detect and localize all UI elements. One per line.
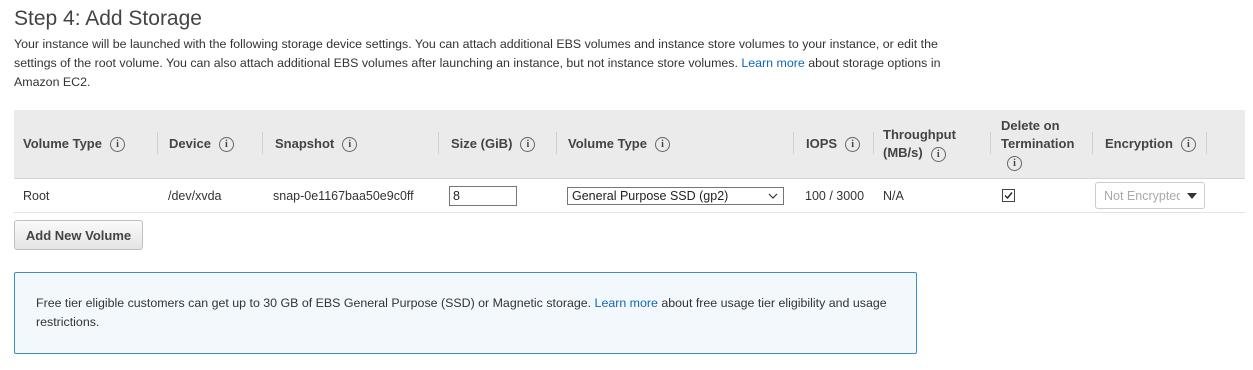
header-device: Device i: [169, 110, 263, 178]
page-title: Step 4: Add Storage: [14, 7, 202, 30]
caret-down-icon: [1180, 183, 1204, 208]
header-ebs-volume-type: Volume Type i: [568, 110, 794, 178]
header-label: Size (GiB): [451, 136, 513, 151]
header-delete-label: Delete on Termination i: [1001, 117, 1074, 171]
page-description: Your instance will be launched with the …: [14, 35, 944, 92]
volume-type-value: General Purpose SSD (gp2): [572, 188, 729, 203]
header-snapshot: Snapshot i: [275, 110, 439, 178]
header-label: Volume Type: [568, 136, 647, 151]
volume-type-select[interactable]: General Purpose SSD (gp2): [567, 186, 784, 206]
header-encryption: Encryption i: [1105, 110, 1207, 178]
info-icon[interactable]: i: [930, 147, 946, 162]
cell-ebs-volume-type: General Purpose SSD (gp2): [567, 179, 784, 212]
header-label: Device: [169, 136, 211, 151]
header-throughput-label: Throughput (MB/s) i: [883, 126, 956, 162]
cell-size: [449, 179, 517, 212]
info-icon[interactable]: i: [1180, 136, 1196, 152]
cell-delete-on-termination: [1002, 179, 1015, 212]
cell-iops: 100 / 3000: [805, 188, 865, 203]
table-row: Root /dev/xvda snap-0e1167baa50e9c0ff Ge…: [14, 179, 1245, 213]
free-tier-notice: Free tier eligible customers can get up …: [14, 272, 917, 354]
size-input[interactable]: [449, 185, 517, 206]
chevron-down-icon: [768, 189, 778, 206]
cell-throughput: N/A: [883, 188, 904, 203]
header-label: Volume Type: [23, 136, 102, 151]
info-icon[interactable]: i: [218, 136, 234, 152]
info-icon[interactable]: i: [1007, 156, 1022, 171]
storage-table-header: Volume Type i Device i Snapshot i Size (…: [14, 110, 1245, 179]
header-volume-type: Volume Type i: [23, 110, 158, 178]
notice-learn-more-link[interactable]: Learn more: [595, 296, 658, 310]
delete-on-termination-checkbox[interactable]: [1002, 189, 1015, 202]
info-icon[interactable]: i: [520, 136, 536, 152]
info-icon[interactable]: i: [654, 136, 670, 152]
learn-more-link[interactable]: Learn more: [741, 56, 804, 70]
checkmark-icon: [1004, 192, 1013, 200]
notice-text: Free tier eligible customers can get up …: [36, 296, 592, 310]
header-label-line: (MB/s): [883, 145, 923, 160]
info-icon[interactable]: i: [109, 136, 125, 152]
header-label: Snapshot: [275, 136, 335, 151]
cell-device: /dev/xvda: [168, 188, 222, 203]
header-label-line: Termination: [1001, 136, 1075, 151]
encryption-value: Not Encrypted: [1104, 188, 1184, 203]
cell-encryption: Not Encrypted: [1095, 179, 1205, 212]
info-icon[interactable]: i: [342, 136, 358, 152]
header-throughput: Throughput (MB/s) i: [883, 110, 991, 178]
encryption-select[interactable]: Not Encrypted: [1095, 182, 1205, 209]
info-icon[interactable]: i: [845, 136, 861, 152]
header-delete-on-termination: Delete on Termination i: [1001, 110, 1093, 178]
header-iops: IOPS i: [806, 110, 874, 178]
cell-snapshot: snap-0e1167baa50e9c0ff: [273, 188, 414, 203]
header-label-line: Delete on: [1001, 118, 1060, 133]
header-label: IOPS: [806, 136, 838, 151]
header-label: Encryption: [1105, 136, 1173, 151]
cell-volume-type: Root: [23, 188, 50, 203]
header-size: Size (GiB) i: [451, 110, 557, 178]
add-new-volume-button[interactable]: Add New Volume: [14, 220, 143, 250]
header-label-line: Throughput: [883, 127, 956, 142]
